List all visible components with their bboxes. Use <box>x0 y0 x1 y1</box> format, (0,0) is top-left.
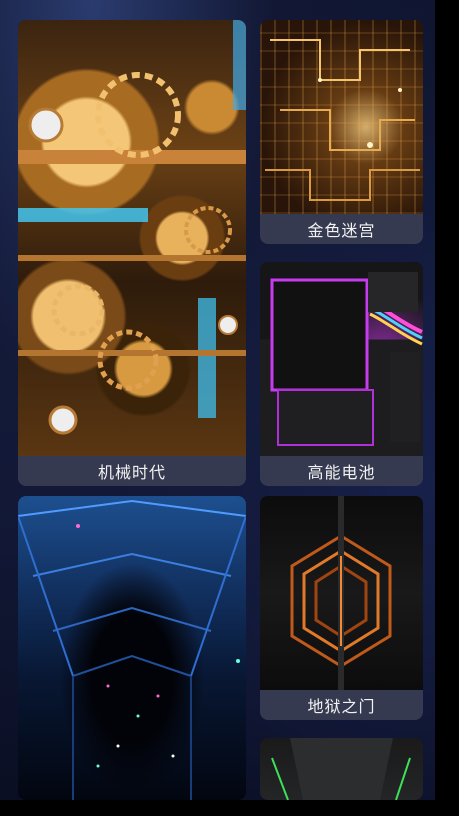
golden-circuit-image <box>260 20 423 214</box>
hell-gate-image <box>260 496 423 690</box>
neon-battery-image <box>260 262 423 456</box>
bottom-edge-strip <box>0 800 459 816</box>
tunnel-overlay <box>18 499 246 800</box>
gears-overlay <box>18 20 246 435</box>
wallpaper-label: 机械时代 <box>18 456 246 486</box>
gate-overlay <box>290 496 392 690</box>
wallpaper-label: 地狱之门 <box>260 690 423 720</box>
right-edge-strip <box>435 0 459 816</box>
battery-overlay <box>270 272 423 446</box>
wallpaper-card-tunnel[interactable] <box>18 496 246 800</box>
wallpaper-card-golden-maze[interactable]: 金色迷宫 <box>260 20 423 244</box>
green-stripe-image <box>260 738 423 800</box>
circuit-overlay <box>265 39 420 201</box>
mechanical-gears-image <box>18 20 246 456</box>
wallpaper-label: 高能电池 <box>260 456 423 486</box>
green-overlay <box>271 738 411 800</box>
blue-tunnel-image <box>18 496 246 800</box>
wallpaper-card-mechanical[interactable]: 机械时代 <box>18 20 246 486</box>
wallpaper-card-hell-gate[interactable]: 地狱之门 <box>260 496 423 720</box>
wallpaper-label: 金色迷宫 <box>260 214 423 244</box>
wallpaper-card-battery[interactable]: 高能电池 <box>260 262 423 486</box>
wallpaper-card-green[interactable] <box>260 738 423 800</box>
